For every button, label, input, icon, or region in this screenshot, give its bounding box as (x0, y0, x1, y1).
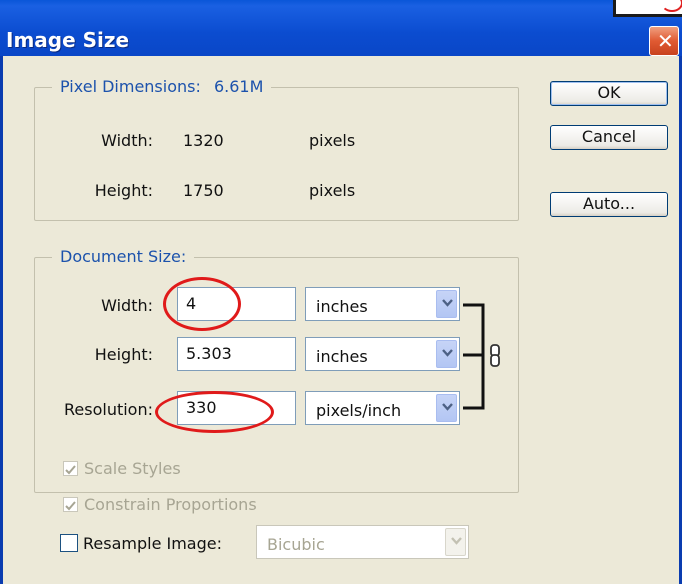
resample-method: Bicubic (267, 535, 325, 554)
annotation-circle-width (163, 277, 241, 331)
resolution-unit: pixels/inch (316, 401, 402, 420)
resolution-unit-select[interactable]: pixels/inch (305, 391, 460, 425)
checkmark-icon (65, 501, 76, 511)
pixel-height-unit: pixels (309, 181, 356, 200)
resolution-label: Resolution: (64, 400, 153, 419)
doc-width-label: Width: (101, 296, 153, 315)
constrain-proportions-checkbox[interactable] (63, 497, 78, 512)
doc-height-unit-select[interactable]: inches (305, 337, 460, 371)
pixel-height-value: 1750 (183, 181, 224, 200)
chain-link-icon (490, 344, 500, 367)
pixel-width-unit: pixels (309, 131, 356, 150)
chevron-down-icon (445, 528, 466, 556)
doc-height-unit: inches (316, 347, 368, 366)
resample-image-checkbox[interactable] (60, 534, 78, 552)
resample-image-label: Resample Image: (83, 534, 222, 553)
pixel-height-label: Height: (94, 181, 153, 200)
auto-button[interactable]: Auto... (550, 192, 668, 217)
doc-height-label: Height: (94, 345, 153, 364)
close-icon: ✕ (657, 29, 674, 53)
chevron-down-icon (436, 394, 457, 422)
resample-method-select[interactable]: Bicubic (256, 525, 469, 559)
annotation-circle-resolution (155, 391, 274, 433)
document-size-title: Document Size: (52, 247, 195, 266)
pixel-dimensions-group (34, 87, 519, 221)
ok-button[interactable]: OK (550, 81, 668, 106)
scale-styles-label: Scale Styles (84, 459, 181, 478)
window-title: Image Size (6, 28, 130, 52)
chevron-down-icon (436, 340, 457, 368)
background-window-fragment (613, 0, 682, 17)
constrain-proportions-label: Constrain Proportions (84, 495, 257, 514)
doc-width-unit: inches (316, 297, 368, 316)
pixel-dimensions-size: 6.61M (213, 77, 264, 96)
doc-width-unit-select[interactable]: inches (305, 287, 460, 321)
dialog-body: Pixel Dimensions: 6.61M Width: 1320 pixe… (0, 56, 682, 584)
scale-styles-checkbox[interactable] (63, 461, 78, 476)
annotation-mark (661, 0, 682, 12)
checkmark-icon (65, 465, 76, 475)
chevron-down-icon (436, 290, 457, 318)
pixel-width-label: Width: (101, 131, 153, 150)
pixel-dimensions-label: Pixel Dimensions: (60, 77, 201, 96)
close-button[interactable]: ✕ (649, 26, 679, 56)
doc-height-input[interactable]: 5.303 (177, 337, 296, 371)
pixel-width-value: 1320 (183, 131, 224, 150)
cancel-button[interactable]: Cancel (550, 125, 668, 150)
pixel-dimensions-title: Pixel Dimensions: 6.61M (52, 77, 272, 96)
